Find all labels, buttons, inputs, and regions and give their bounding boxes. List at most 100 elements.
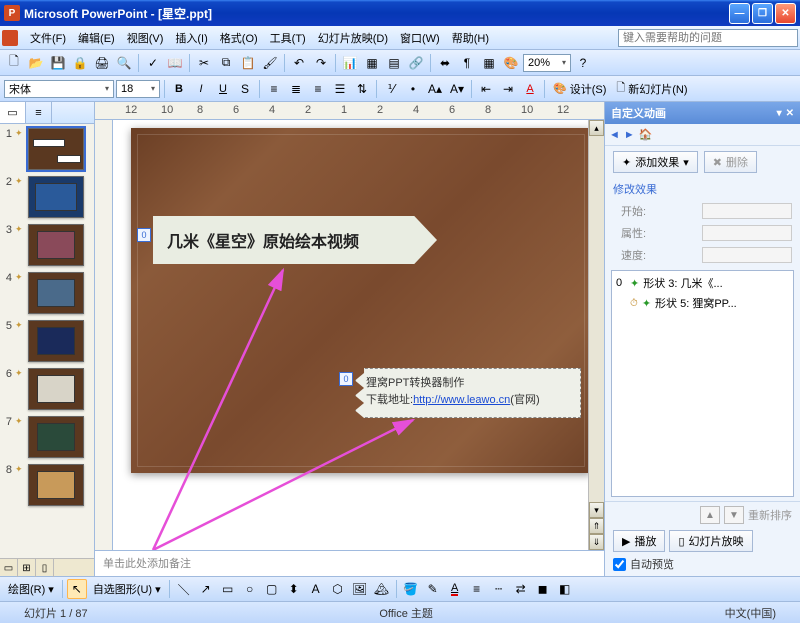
slide-thumb-7[interactable] (28, 416, 84, 458)
draw-menu[interactable]: 绘图(R) ▾ (4, 581, 58, 597)
slideshow-button[interactable]: ▯ 幻灯片放映 (669, 530, 752, 552)
align-left-icon[interactable]: ≡ (264, 79, 284, 99)
format-painter-icon[interactable]: 🖌 (260, 53, 280, 73)
shadow-icon[interactable]: S (235, 79, 255, 99)
slide-thumb-6[interactable] (28, 368, 84, 410)
nav-home-icon[interactable]: 🏠 (639, 128, 653, 141)
close-button[interactable]: ✕ (775, 3, 796, 24)
scroll-up-icon[interactable]: ▴ (589, 120, 604, 136)
textbox-tool-icon[interactable]: ▢ (262, 579, 282, 599)
slide-thumb-5[interactable] (28, 320, 84, 362)
animation-item-2[interactable]: ⏱✦形状 5: 狸窝PP... (614, 293, 791, 313)
font-select[interactable]: 宋体▾ (4, 80, 114, 98)
outline-tab[interactable]: ≡ (26, 102, 52, 123)
wordart-icon[interactable]: A (306, 579, 326, 599)
maximize-button[interactable]: ❐ (752, 3, 773, 24)
speed-select[interactable] (702, 247, 792, 263)
autopreview-checkbox[interactable]: 自动预览 (613, 556, 792, 572)
slideshow-view-icon[interactable]: ▯ (36, 559, 54, 577)
sorter-view-icon[interactable]: ⊞ (18, 559, 36, 577)
nav-back-icon[interactable]: ◄ (609, 129, 620, 141)
expand-icon[interactable]: ⬌ (435, 53, 455, 73)
new-slide-button[interactable]: 🗋新幻灯片(N) (612, 79, 691, 98)
tables-borders-icon[interactable]: ▤ (384, 53, 404, 73)
slide-thumb-4[interactable] (28, 272, 84, 314)
scroll-down-icon[interactable]: ▾ (589, 502, 604, 518)
notes-pane[interactable]: 单击此处添加备注 (95, 550, 604, 576)
footer-shape[interactable]: 狸窝PPT转换器制作 下载地址:http://www.leawo.cn(官网) (355, 368, 581, 418)
slide-canvas[interactable]: 0 几米《星空》原始绘本视频 0 狸窝PPT转换器制作 下载地址:http://… (113, 120, 588, 550)
grid-icon[interactable]: ▦ (479, 53, 499, 73)
cut-icon[interactable]: ✂ (194, 53, 214, 73)
menu-window[interactable]: 窗口(W) (394, 27, 446, 49)
menu-edit[interactable]: 编辑(E) (72, 27, 121, 49)
menu-view[interactable]: 视图(V) (121, 27, 170, 49)
italic-icon[interactable]: I (191, 79, 211, 99)
normal-view-icon[interactable]: ▭ (0, 559, 18, 577)
font-color-icon[interactable]: A (520, 79, 540, 99)
animation-tag-1[interactable]: 0 (137, 228, 151, 242)
copy-icon[interactable]: ⧉ (216, 53, 236, 73)
taskpane-close-icon[interactable]: ✕ (786, 108, 794, 119)
save-icon[interactable]: 💾 (48, 53, 68, 73)
rectangle-tool-icon[interactable]: ▭ (218, 579, 238, 599)
picture-icon[interactable]: 🏔 (372, 579, 392, 599)
play-button[interactable]: ▶ 播放 (613, 530, 665, 552)
3d-style-icon[interactable]: ◧ (555, 579, 575, 599)
redo-icon[interactable]: ↷ (311, 53, 331, 73)
help-icon[interactable]: ? (573, 53, 593, 73)
show-formatting-icon[interactable]: ¶ (457, 53, 477, 73)
slides-tab[interactable]: ▭ (0, 102, 26, 123)
menu-slideshow[interactable]: 幻灯片放映(D) (312, 27, 394, 49)
color-icon[interactable]: 🎨 (501, 53, 521, 73)
add-effect-button[interactable]: ✦ 添加效果 ▾ (613, 151, 698, 173)
fill-color-icon[interactable]: 🪣 (401, 579, 421, 599)
prev-slide-icon[interactable]: ⇑ (589, 518, 604, 534)
property-select[interactable] (702, 225, 792, 241)
reorder-down-icon[interactable]: ▼ (724, 506, 744, 524)
vertical-textbox-icon[interactable]: ⬍ (284, 579, 304, 599)
line-style-icon[interactable]: ≡ (467, 579, 487, 599)
start-select[interactable] (702, 203, 792, 219)
print-icon[interactable]: 🖨 (92, 53, 112, 73)
vertical-scrollbar[interactable]: ▴ ▾ ⇑ ⇓ (588, 120, 604, 550)
shadow-style-icon[interactable]: ◼ (533, 579, 553, 599)
bold-icon[interactable]: B (169, 79, 189, 99)
research-icon[interactable]: 📖 (165, 53, 185, 73)
preview-icon[interactable]: 🔍 (114, 53, 134, 73)
taskpane-dropdown-icon[interactable]: ▾ (777, 108, 782, 119)
slide-thumb-3[interactable] (28, 224, 84, 266)
align-center-icon[interactable]: ≣ (286, 79, 306, 99)
autoshapes-menu[interactable]: 自选图形(U) ▾ (89, 581, 165, 597)
chart-icon[interactable]: 📊 (340, 53, 360, 73)
open-icon[interactable]: 📂 (26, 53, 46, 73)
text-direction-icon[interactable]: ⇅ (352, 79, 372, 99)
undo-icon[interactable]: ↶ (289, 53, 309, 73)
hyperlink-icon[interactable]: 🔗 (406, 53, 426, 73)
title-shape[interactable]: 几米《星空》原始绘本视频 (153, 216, 437, 264)
oval-tool-icon[interactable]: ○ (240, 579, 260, 599)
select-tool-icon[interactable]: ↖ (67, 579, 87, 599)
font-color-draw-icon[interactable]: A (445, 579, 465, 599)
numbering-icon[interactable]: ⅟ (381, 79, 401, 99)
increase-indent-icon[interactable]: ⇥ (498, 79, 518, 99)
arrow-style-icon[interactable]: ⇄ (511, 579, 531, 599)
animation-list[interactable]: 0✦形状 3: 几米《... ⏱✦形状 5: 狸窝PP... (611, 270, 794, 497)
new-icon[interactable]: 🗋 (4, 53, 24, 73)
arrow-tool-icon[interactable]: ↗ (196, 579, 216, 599)
clipart-icon[interactable]: 🖼 (350, 579, 370, 599)
paste-icon[interactable]: 📋 (238, 53, 258, 73)
slide[interactable]: 0 几米《星空》原始绘本视频 0 狸窝PPT转换器制作 下载地址:http://… (131, 128, 588, 473)
line-color-icon[interactable]: ✎ (423, 579, 443, 599)
animation-tag-2[interactable]: 0 (339, 372, 353, 386)
decrease-indent-icon[interactable]: ⇤ (476, 79, 496, 99)
menu-insert[interactable]: 插入(I) (169, 27, 213, 49)
minimize-button[interactable]: — (729, 3, 750, 24)
menu-tools[interactable]: 工具(T) (264, 27, 312, 49)
remove-effect-button[interactable]: ✖ 删除 (704, 151, 757, 173)
increase-font-icon[interactable]: A▴ (425, 79, 445, 99)
menu-file[interactable]: 文件(F) (24, 27, 72, 49)
reorder-up-icon[interactable]: ▲ (700, 506, 720, 524)
decrease-font-icon[interactable]: A▾ (447, 79, 467, 99)
zoom-select[interactable]: 20%▾ (523, 54, 571, 72)
